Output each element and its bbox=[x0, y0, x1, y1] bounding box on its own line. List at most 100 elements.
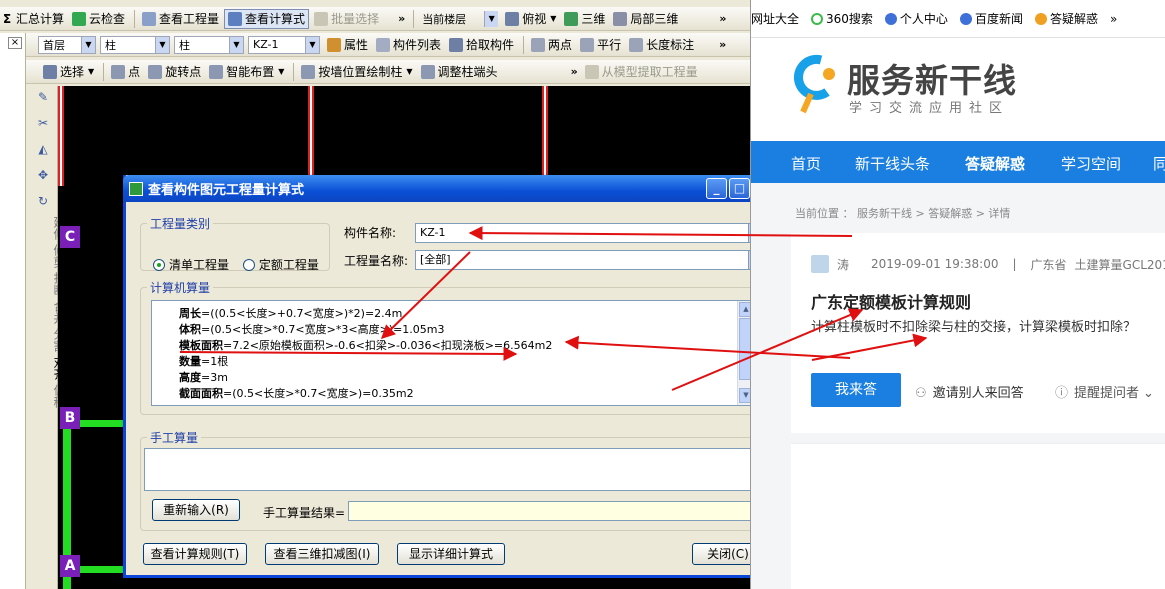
3d-view-button[interactable]: 三维 bbox=[561, 9, 608, 29]
show-detail-formula-button[interactable]: 显示详细计算式 bbox=[397, 543, 505, 565]
bookmark-item[interactable]: 百度新闻 bbox=[959, 10, 1023, 27]
manual-result-field[interactable] bbox=[348, 501, 755, 521]
floor-select[interactable]: 首层 ▼ bbox=[38, 35, 96, 54]
bookmark-item[interactable]: 个人中心 bbox=[884, 10, 948, 27]
rotate-point-button[interactable]: 旋转点 bbox=[145, 62, 204, 82]
bookmark-item[interactable]: 网址大全 bbox=[751, 10, 799, 27]
toolbar-divider bbox=[293, 62, 295, 81]
author-name[interactable]: 涛 bbox=[837, 256, 849, 273]
calc-formula-text[interactable]: 周长=((0.5<长度>+0.7<宽度>)*2)=2.4m 体积=(0.5<长度>… bbox=[151, 300, 755, 406]
adjust-icon bbox=[420, 64, 435, 79]
type-select[interactable]: 柱 ▼ bbox=[174, 35, 244, 54]
toolbar-overflow-button[interactable]: » bbox=[398, 12, 405, 25]
nav-item-qa[interactable]: 答疑解惑 bbox=[965, 153, 1025, 174]
draw-toolbar: 选择 ▼ 点 旋转点 智能布置 ▼ 按墙位置绘制柱 ▼ 调整柱端头 » 从模型提取工程… bbox=[0, 60, 750, 84]
formula-line: 体积=(0.5<长度>*0.7<宽度>*3<高度>)=1.05m3 bbox=[179, 321, 445, 337]
chevron-down-icon: ▼ bbox=[305, 36, 319, 53]
reinput-button[interactable]: 重新输入(R) bbox=[152, 499, 240, 521]
minimize-button[interactable]: _ bbox=[706, 178, 727, 199]
close-icon[interactable]: × bbox=[8, 37, 22, 49]
formula-line: 数量=1根 bbox=[179, 353, 228, 369]
toolbar-divider bbox=[413, 9, 415, 28]
invite-button[interactable]: ⚇ 邀请别人来回答 bbox=[915, 382, 1024, 401]
list-quantity-radio[interactable]: 清单工程量 bbox=[153, 256, 229, 273]
toolbar-divider bbox=[523, 35, 525, 54]
select-button[interactable]: 选择 ▼ bbox=[40, 62, 97, 82]
formula-quantity-name: 截面面积 bbox=[179, 387, 223, 400]
view-quantity-button[interactable]: 查看工程量 bbox=[139, 9, 222, 29]
extract-icon bbox=[584, 64, 599, 79]
component-select[interactable]: KZ-1 ▼ bbox=[248, 35, 320, 54]
summary-button[interactable]: Σ 汇总计算 bbox=[0, 9, 67, 29]
quantity-name-label: 工程量名称: bbox=[344, 254, 409, 268]
pick-component-button[interactable]: 拾取构件 bbox=[446, 35, 517, 55]
group-label: 手工算量 bbox=[150, 431, 199, 445]
toolbar-overflow-button[interactable]: » bbox=[719, 12, 726, 25]
toolbar-overflow-button[interactable]: » bbox=[571, 65, 578, 78]
parallel-button[interactable]: 平行 bbox=[577, 35, 624, 55]
view-formula-button[interactable]: 查看计算式 bbox=[224, 8, 310, 29]
360-icon bbox=[811, 12, 824, 25]
manual-calc-input[interactable] bbox=[144, 448, 755, 491]
dimension-icon bbox=[629, 37, 644, 52]
nav-item-headlines[interactable]: 新干线头条 bbox=[855, 153, 930, 174]
view-3d-deduction-button[interactable]: 查看三维扣减图(I) bbox=[265, 543, 379, 565]
sigma-icon: Σ bbox=[3, 11, 12, 26]
dialog-title: 查看构件图元工程量计算式 bbox=[148, 183, 305, 198]
software-tag: 土建算量GCL2013 bbox=[1074, 257, 1165, 272]
maximize-button[interactable]: □ bbox=[729, 178, 750, 199]
component-name-label: 构件名称: bbox=[344, 226, 397, 240]
view-rules-button[interactable]: 查看计算规则(T) bbox=[143, 543, 247, 565]
quantity-icon bbox=[142, 11, 157, 26]
nav-item-home[interactable]: 首页 bbox=[791, 153, 821, 174]
toolbar-divider bbox=[103, 62, 105, 81]
top-view-button[interactable]: 俯视 ▼ bbox=[502, 9, 559, 29]
parallel-icon bbox=[580, 37, 595, 52]
answer-button[interactable]: 我来答 bbox=[811, 373, 901, 407]
check-icon bbox=[72, 11, 87, 26]
dialog-titlebar[interactable]: 查看构件图元工程量计算式 _ □ ✕ bbox=[123, 175, 777, 202]
quantity-name-select[interactable]: [全部]▼ bbox=[415, 250, 765, 270]
extract-from-model-button[interactable]: 从模型提取工程量 bbox=[582, 62, 701, 82]
bookmark-item[interactable]: 360搜索 bbox=[811, 10, 873, 27]
local-3d-button[interactable]: 局部三维 bbox=[610, 9, 681, 29]
cloud-check-button[interactable]: 云检查 bbox=[69, 9, 128, 29]
component-name-field[interactable]: KZ-1▼ bbox=[415, 223, 765, 243]
calc-formula-dialog: 查看构件图元工程量计算式 _ □ ✕ 工程量类别 清单工程量 定额工程量 构件名… bbox=[123, 175, 777, 578]
group-label: 计算机算量 bbox=[150, 281, 211, 295]
paw-icon bbox=[959, 12, 972, 25]
avatar[interactable] bbox=[811, 255, 829, 273]
category-select[interactable]: 柱 ▼ bbox=[100, 35, 170, 54]
smart-layout-button[interactable]: 智能布置 ▼ bbox=[206, 62, 287, 82]
bookmarks-overflow-button[interactable]: » bbox=[1110, 12, 1117, 26]
toolbar-overflow-button[interactable]: » bbox=[719, 38, 726, 51]
draw-by-wall-button[interactable]: 按墙位置绘制柱 ▼ bbox=[298, 62, 415, 82]
brush-icon[interactable]: ✎ bbox=[28, 86, 58, 108]
two-points-button[interactable]: 两点 bbox=[528, 35, 575, 55]
nav-item-more[interactable]: 同 bbox=[1153, 153, 1165, 174]
rotate-icon[interactable]: ↻ bbox=[28, 190, 58, 212]
chevron-down-icon: ▼ bbox=[278, 67, 285, 76]
site-logo[interactable]: 服务新干线 学习交流应用社区 bbox=[791, 52, 1091, 122]
mirror-icon[interactable]: ◭ bbox=[28, 138, 58, 160]
batch-select-button[interactable]: 批量选择 bbox=[311, 9, 382, 29]
move-icon[interactable]: ✥ bbox=[28, 164, 58, 186]
scissors-icon[interactable]: ✂ bbox=[28, 112, 58, 134]
remind-button[interactable]: ⓘ 提醒提问者 ⌄ bbox=[1055, 382, 1154, 401]
floor-dropdown[interactable]: 当前楼层 ▼ bbox=[418, 10, 499, 28]
post-date: 2019-09-01 19:38:00 bbox=[871, 257, 999, 271]
formula-line: 模板面积=7.2<原始模板面积>-0.6<扣梁>-0.036<扣现浇板>=6.5… bbox=[179, 337, 552, 353]
quota-quantity-radio[interactable]: 定额工程量 bbox=[242, 256, 319, 273]
formula-expression: =7.2<原始模板面积>-0.6<扣梁>-0.036<扣现浇板>=6.564m2 bbox=[223, 339, 553, 352]
nav-item-learning[interactable]: 学习空间 bbox=[1061, 153, 1121, 174]
chevron-down-icon: ▼ bbox=[229, 36, 243, 53]
properties-button[interactable]: 属性 bbox=[324, 35, 371, 55]
component-list-button[interactable]: 构件列表 bbox=[373, 35, 444, 55]
meta-divider: | bbox=[1012, 257, 1017, 271]
adjust-column-end-button[interactable]: 调整柱端头 bbox=[418, 62, 501, 82]
paw-icon bbox=[884, 12, 897, 25]
point-button[interactable]: 点 bbox=[108, 62, 143, 82]
dimension-button[interactable]: 长度标注 bbox=[626, 35, 697, 55]
bookmark-item[interactable]: 答疑解惑 bbox=[1034, 10, 1098, 27]
answer-area bbox=[791, 443, 1165, 589]
